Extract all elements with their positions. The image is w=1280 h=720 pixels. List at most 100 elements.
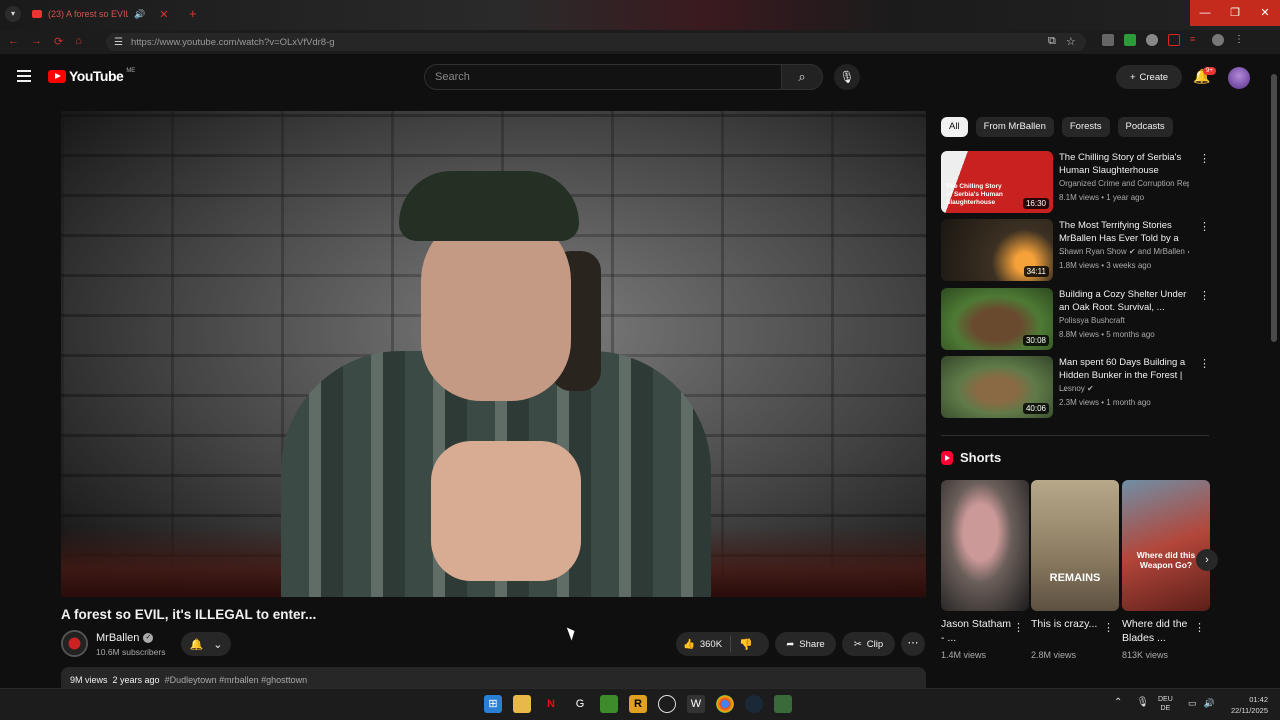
kebab-menu-icon[interactable]: ⋮ [1103, 621, 1114, 634]
shorts-next-button[interactable]: › [1196, 549, 1218, 571]
chip-all[interactable]: All [941, 117, 968, 137]
hashtags[interactable]: #Dudleytown #mrballen #ghosttown [165, 675, 308, 685]
kebab-menu-icon[interactable]: ⋮ [1194, 621, 1205, 634]
recommendation-channel[interactable]: Lesnoy ✔ [1059, 384, 1189, 393]
steam-icon[interactable] [745, 695, 763, 713]
recommendation-channel[interactable]: Shawn Ryan Show ✔ and MrBallen ✔ [1059, 247, 1189, 256]
kebab-menu-icon[interactable]: ⋮ [1199, 289, 1210, 302]
short-thumbnail[interactable]: Where did this Weapon Go? [1122, 480, 1210, 611]
extension-pen-icon[interactable] [1146, 34, 1158, 46]
maximize-button[interactable]: ❐ [1220, 0, 1250, 26]
github-desktop-icon[interactable] [658, 695, 676, 713]
recommendation-thumbnail[interactable]: The Chilling Story of Serbia's Human Sla… [941, 151, 1053, 213]
chrome-icon[interactable] [716, 695, 734, 713]
kebab-menu-icon[interactable]: ⋮ [1013, 621, 1024, 634]
tray-chevron-up-icon[interactable]: ⌃ [1114, 697, 1122, 708]
language-indicator[interactable]: DEU DE [1158, 695, 1173, 713]
tab-close-icon[interactable]: ✕ [159, 8, 168, 21]
page-scrollbar[interactable] [1271, 58, 1277, 688]
recommendation-item[interactable]: 40:06 Man spent 60 Days Building a Hidde… [941, 356, 1211, 418]
scrollbar-thumb[interactable] [1271, 74, 1277, 342]
recommendation-title[interactable]: Building a Cozy Shelter Under an Oak Roo… [1059, 288, 1189, 314]
home-icon[interactable]: ⌂ [75, 35, 82, 48]
forward-icon[interactable]: → [31, 35, 42, 48]
extension-check-icon[interactable] [1124, 34, 1136, 46]
tray-microphone-icon[interactable]: 🎙 [1136, 697, 1149, 708]
minimize-button[interactable]: — [1190, 0, 1220, 26]
user-avatar[interactable] [1228, 67, 1250, 89]
recommendation-thumbnail[interactable]: 30:08 [941, 288, 1053, 350]
recommendation-title[interactable]: The Chilling Story of Serbia's Human Sla… [1059, 151, 1189, 177]
app-w-icon[interactable]: W [687, 695, 705, 713]
address-bar-row: ← → ⟳ ⌂ ☰ https://www.youtube.com/watch?… [0, 30, 1280, 54]
short-title[interactable]: Where did the Blades ... [1122, 617, 1194, 645]
bookmark-star-icon[interactable]: ☆ [1066, 35, 1076, 48]
recommendation-thumbnail[interactable]: 40:06 [941, 356, 1053, 418]
app-notes-icon[interactable] [774, 695, 792, 713]
share-button[interactable]: ➦ Share [775, 632, 836, 656]
short-thumbnail[interactable] [941, 480, 1029, 611]
microphone-icon: 🎙 [839, 70, 855, 84]
channel-avatar[interactable] [61, 630, 88, 657]
like-button[interactable]: 👍 360K [676, 636, 732, 652]
voice-search-button[interactable]: 🎙 [834, 64, 860, 90]
close-window-button[interactable]: ✕ [1250, 0, 1280, 26]
recommendation-item[interactable]: 34:11 The Most Terrifying Stories MrBall… [941, 219, 1211, 281]
youtube-logo[interactable]: YouTube ME [48, 68, 135, 84]
hamburger-menu-icon[interactable] [17, 70, 31, 85]
recommendation-channel[interactable]: Polissya Bushcraft [1059, 316, 1189, 325]
short-item[interactable]: Where did this Weapon Go? Where did the … [1122, 480, 1210, 660]
url-field[interactable]: ☰ https://www.youtube.com/watch?v=OLxVfV… [106, 33, 1086, 51]
short-item[interactable]: REMAINS This is crazy... ⋮ 2.8M views [1031, 480, 1119, 660]
monitor-icon[interactable]: ▭ [1188, 698, 1197, 709]
short-title[interactable]: Jason Statham - ... [941, 617, 1013, 645]
share-arrow-icon: ➦ [786, 638, 795, 650]
reload-icon[interactable]: ⟳ [54, 35, 63, 48]
search-button[interactable]: ⌕ [781, 64, 823, 90]
search-input[interactable]: Search [424, 64, 782, 90]
taskbar-apps: ⊞ N G R W [484, 695, 792, 713]
recommendation-item[interactable]: The Chilling Story of Serbia's Human Sla… [941, 151, 1211, 213]
file-explorer-icon[interactable] [513, 695, 531, 713]
short-item[interactable]: Jason Statham - ... ⋮ 1.4M views [941, 480, 1029, 660]
short-thumbnail[interactable]: REMAINS [1031, 480, 1119, 611]
browser-menu-icon[interactable]: ▾ [5, 6, 21, 22]
short-title[interactable]: This is crazy... [1031, 617, 1103, 631]
netflix-icon[interactable]: N [542, 695, 560, 713]
channel-name[interactable]: MrBallen [96, 632, 139, 644]
back-icon[interactable]: ← [8, 35, 19, 48]
clip-button[interactable]: ✂ Clip [842, 632, 895, 656]
start-windows-icon[interactable]: ⊞ [484, 695, 502, 713]
chip-forests[interactable]: Forests [1061, 117, 1110, 137]
speaker-icon[interactable]: 🔊 [134, 9, 145, 20]
kebab-menu-icon[interactable]: ⋮ [1199, 357, 1210, 370]
subscription-notifications-button[interactable]: 🔔 ⌄ [181, 632, 231, 656]
chip-from-mrballen[interactable]: From MrBallen [975, 117, 1054, 137]
minecraft-icon[interactable] [600, 695, 618, 713]
create-button[interactable]: + Create [1116, 65, 1182, 89]
more-actions-button[interactable]: ⋯ [901, 632, 925, 656]
dislike-button[interactable]: 👎 [731, 638, 753, 651]
browser-menu-dots-icon[interactable]: ⋮ [1234, 34, 1246, 46]
kebab-menu-icon[interactable]: ⋮ [1199, 220, 1210, 233]
app-g-icon[interactable]: G [571, 695, 589, 713]
new-tab-icon[interactable]: + [189, 6, 197, 21]
extension-list-icon[interactable]: ≡ [1190, 34, 1202, 46]
system-clock[interactable]: 01:42 22/11/2025 [1222, 694, 1268, 716]
recommendation-channel[interactable]: Organized Crime and Corruption Reporti..… [1059, 179, 1189, 188]
extension-calendar-icon[interactable] [1102, 34, 1114, 46]
app-r-icon[interactable]: R [629, 695, 647, 713]
browser-tab[interactable]: (23) A forest so EVIL, it's ILL... 🔊 ✕ [26, 3, 178, 25]
site-info-icon[interactable]: ☰ [114, 37, 123, 48]
url-text: https://www.youtube.com/watch?v=OLxVfVdr… [130, 36, 335, 48]
recommendation-thumbnail[interactable]: 34:11 [941, 219, 1053, 281]
volume-icon[interactable]: 🔊 [1204, 698, 1215, 709]
video-player[interactable] [61, 111, 926, 597]
profile-icon[interactable] [1212, 34, 1224, 46]
kebab-menu-icon[interactable]: ⋮ [1199, 152, 1210, 165]
chip-podcasts[interactable]: Podcasts [1117, 117, 1173, 137]
recommendation-item[interactable]: 30:08 Building a Cozy Shelter Under an O… [941, 288, 1211, 350]
channel-name-row[interactable]: MrBallen ✓ [96, 632, 154, 644]
open-in-app-icon[interactable]: ⧉ [1048, 35, 1056, 48]
extension-puzzle-icon[interactable] [1168, 34, 1180, 46]
